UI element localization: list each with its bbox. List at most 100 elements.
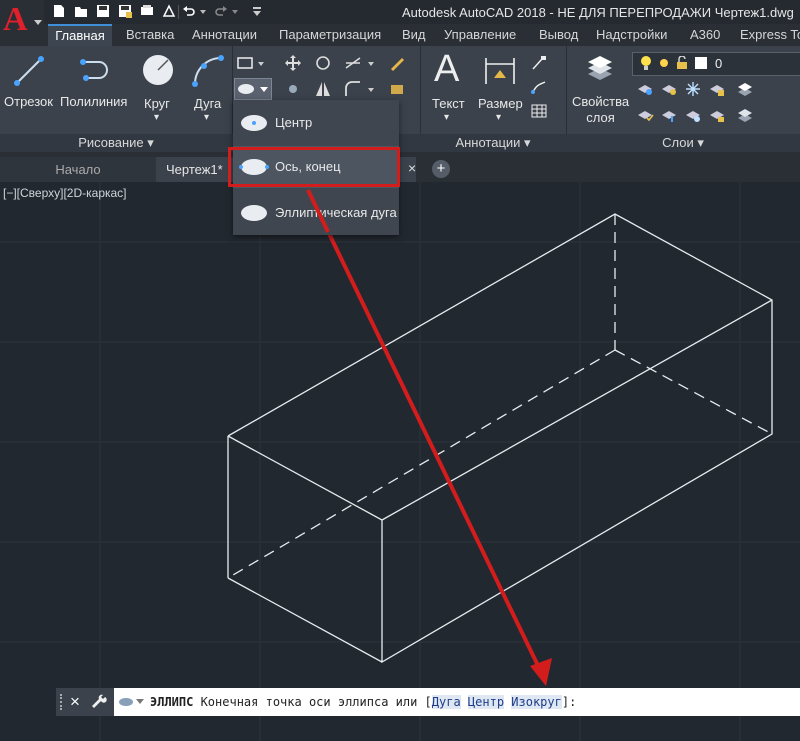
toolbar-separator	[178, 5, 179, 19]
layer-properties-label: Свойства слоя	[572, 94, 630, 125]
command-line-controls: ×	[56, 688, 114, 716]
dimension-tool-label: Размер	[478, 96, 523, 111]
new-file-icon[interactable]	[52, 4, 66, 18]
leader-icon[interactable]	[530, 78, 548, 96]
plot-icon[interactable]	[140, 4, 154, 18]
save-icon[interactable]	[96, 4, 110, 18]
option-arc[interactable]: Дуга	[431, 695, 461, 709]
layer-dropdown[interactable]: 0	[632, 52, 800, 76]
tab-output[interactable]: Вывод	[539, 24, 578, 46]
match-layer-icon[interactable]	[660, 106, 678, 124]
make-current-icon[interactable]	[636, 106, 654, 124]
explode-icon[interactable]	[388, 80, 406, 98]
close-icon[interactable]: ×	[70, 692, 80, 712]
arc-tool-button[interactable]: Дуга ▾	[186, 50, 230, 130]
rectangle-dropdown-icon[interactable]	[256, 54, 266, 72]
window-title: Autodesk AutoCAD 2018 - НЕ ДЛЯ ПЕРЕПРОДА…	[402, 5, 794, 20]
current-layer-name: 0	[715, 56, 723, 71]
close-icon[interactable]: ×	[408, 160, 416, 176]
fillet-icon[interactable]	[344, 80, 362, 98]
layer-thaw-icon[interactable]	[684, 106, 702, 124]
trim-dropdown-icon[interactable]	[366, 54, 376, 72]
line-tool-button[interactable]: Отрезок	[0, 50, 58, 120]
menu-item-ellipse-center[interactable]: Центр	[233, 102, 399, 144]
arc-dropdown-icon[interactable]: ▾	[204, 112, 209, 123]
draw-panel-title[interactable]: Рисование ▾	[0, 134, 232, 152]
command-name: ЭЛЛИПС	[150, 695, 194, 709]
multileader-icon[interactable]	[530, 54, 548, 72]
tab-express-tools[interactable]: Express Too	[740, 24, 800, 46]
dimension-tool-button[interactable]: Размер ▾	[476, 50, 526, 130]
layer-unlock-icon[interactable]	[708, 106, 726, 124]
highlight-box	[228, 147, 400, 187]
annotation-panel-title[interactable]: Аннотации ▾	[420, 134, 566, 152]
ellipse-tool-button[interactable]	[234, 78, 272, 100]
text-tool-label: Текст	[432, 96, 465, 111]
rotate-icon[interactable]	[314, 54, 332, 72]
erase-icon[interactable]	[388, 54, 406, 72]
tab-parametric[interactable]: Параметризация	[279, 24, 381, 46]
command-prompt: Конечная точка оси эллипса или [	[193, 695, 432, 709]
hidden-edges	[227, 214, 773, 579]
rectangle-icon[interactable]	[236, 54, 254, 72]
circle-tool-button[interactable]: Круг ▾	[136, 50, 180, 130]
layer-isolate-icon[interactable]	[660, 80, 678, 98]
dimension-icon	[485, 58, 515, 84]
drawing-canvas[interactable]	[0, 182, 800, 741]
ellipse-command-icon	[119, 698, 133, 706]
tab-insert[interactable]: Вставка	[126, 24, 174, 46]
table-icon[interactable]	[530, 102, 548, 120]
layer-color-swatch	[695, 57, 707, 69]
trim-icon[interactable]	[344, 54, 362, 72]
redo-icon[interactable]	[214, 4, 228, 18]
layer-freeze-icon[interactable]	[684, 80, 702, 98]
recent-commands-dropdown-icon[interactable]	[136, 699, 144, 705]
undo-icon[interactable]	[182, 4, 196, 18]
customize-toolbar-icon[interactable]	[250, 4, 264, 18]
circle-dropdown-icon[interactable]: ▾	[154, 112, 159, 123]
new-tab-button[interactable]: +	[432, 160, 450, 178]
drag-handle-icon[interactable]	[60, 694, 66, 710]
undo-dropdown-icon[interactable]	[199, 4, 207, 18]
open-file-icon[interactable]	[74, 4, 88, 18]
ellipse-center-icon	[241, 115, 267, 131]
application-menu-button[interactable]: A	[0, 0, 44, 46]
chevron-down-icon	[34, 20, 42, 25]
layers-panel-title[interactable]: Слои ▾	[566, 134, 800, 152]
tab-annotate[interactable]: Аннотации	[192, 24, 257, 46]
tab-home[interactable]: Главная	[48, 24, 112, 46]
web-mobile-icon[interactable]	[162, 4, 176, 18]
layer-lock-icon[interactable]	[708, 80, 726, 98]
wrench-icon[interactable]	[92, 694, 108, 710]
fillet-dropdown-icon[interactable]	[366, 80, 376, 98]
layer-walk-icon[interactable]	[736, 106, 754, 124]
copy-icon[interactable]	[284, 80, 302, 98]
layer-states-icon[interactable]	[736, 80, 754, 98]
doc-tab-start[interactable]: Начало	[0, 157, 156, 182]
red-arrow-start	[306, 189, 330, 233]
save-as-icon[interactable]	[118, 4, 132, 18]
text-dropdown-icon[interactable]: ▾	[444, 112, 449, 123]
mirror-icon[interactable]	[314, 80, 332, 98]
dimension-dropdown-icon[interactable]: ▾	[496, 112, 501, 123]
layer-off-icon[interactable]	[636, 80, 654, 98]
tab-view[interactable]: Вид	[402, 24, 426, 46]
option-center[interactable]: Центр	[467, 695, 505, 709]
tab-manage[interactable]: Управление	[444, 24, 516, 46]
text-tool-button[interactable]: A Текст ▾	[426, 48, 470, 130]
red-arrow-annotation	[306, 189, 552, 686]
arc-tool-label: Дуга	[194, 96, 222, 111]
viewport-controls-label[interactable]: [−][Сверху][2D-каркас]	[3, 186, 127, 200]
option-isocircle[interactable]: Изокруг	[511, 695, 562, 709]
arc-icon	[192, 55, 224, 87]
move-icon[interactable]	[284, 54, 302, 72]
redo-dropdown-icon[interactable]	[231, 4, 239, 18]
tab-addins[interactable]: Надстройки	[596, 24, 667, 46]
line-tool-label: Отрезок	[4, 94, 53, 109]
layer-properties-button[interactable]: Свойства слоя	[570, 50, 632, 130]
tab-a360[interactable]: A360	[690, 24, 720, 46]
command-prompt-text: ЭЛЛИПС Конечная точка оси эллипса или [Д…	[150, 695, 576, 709]
lightbulb-icon	[641, 56, 651, 70]
polyline-tool-button[interactable]: Полилиния	[60, 50, 132, 120]
ellipse-dropdown-icon[interactable]	[259, 83, 269, 95]
